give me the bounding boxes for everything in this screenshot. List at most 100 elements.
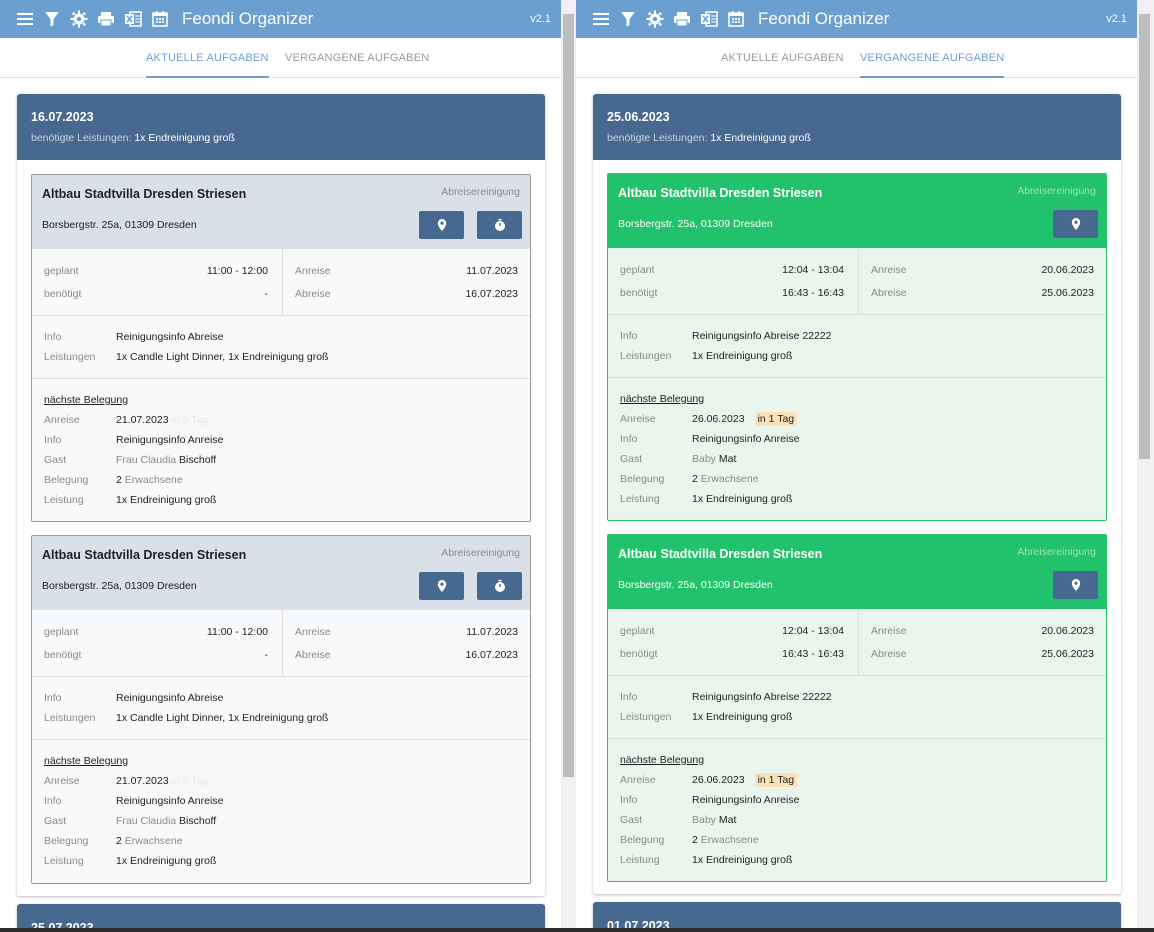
- right-pane: Feondi Organizer v2.1 AKTUELLE AUFGABEN …: [576, 0, 1154, 932]
- next-arrival-date: 26.06.2023: [692, 774, 745, 786]
- departure-label: Abreise: [295, 288, 331, 300]
- next-booking-title[interactable]: nächste Belegung: [44, 755, 128, 767]
- needs-label: benötigte Leistungen:: [607, 132, 708, 144]
- arrival-date: 20.06.2023: [1041, 625, 1094, 637]
- stopwatch-icon: [494, 218, 505, 231]
- menu-icon[interactable]: [16, 10, 34, 28]
- needed-label: benötigt: [44, 649, 82, 661]
- next-booking-title[interactable]: nächste Belegung: [620, 393, 704, 405]
- info-section: Info Reinigungsinfo Abreise Leistungen 1…: [32, 316, 530, 379]
- next-booking-title[interactable]: nächste Belegung: [44, 394, 128, 406]
- departure-date: 16.07.2023: [465, 649, 518, 661]
- day-header: 16.07.2023 benötigte Leistungen: 1x Endr…: [17, 94, 545, 160]
- next-arrival-date: 26.06.2023: [692, 413, 745, 425]
- filter-icon[interactable]: [43, 10, 61, 28]
- info-value: Reinigungsinfo Abreise 22222: [692, 330, 832, 342]
- calendar-icon[interactable]: [151, 10, 169, 28]
- guest-last-name: Bischoff: [179, 454, 217, 466]
- day-group: 16.07.2023 benötigte Leistungen: 1x Endr…: [17, 94, 545, 896]
- guest-first-name: Frau Claudia: [116, 454, 177, 466]
- card-header: Altbau Stadtvilla Dresden Striesen Abrei…: [32, 175, 530, 249]
- task-card[interactable]: Altbau Stadtvilla Dresden Striesen Abrei…: [31, 174, 531, 522]
- tab-active-indicator: [860, 76, 1005, 78]
- occupancy-label: Belegung: [44, 835, 89, 847]
- next-info-value: Reinigungsinfo Anreise: [116, 795, 224, 807]
- needed-time: -: [264, 288, 269, 300]
- time-section: geplant 12:04 - 13:04 benötigt 16:43 - 1…: [608, 248, 1106, 315]
- next-arrival-label: Anreise: [44, 775, 80, 787]
- tab-current-tasks[interactable]: AKTUELLE AUFGABEN: [721, 52, 844, 64]
- property-address: Borsbergstr. 25a, 01309 Dresden: [618, 218, 773, 230]
- occupancy-count: 2: [116, 474, 122, 486]
- calendar-icon[interactable]: [727, 10, 745, 28]
- guest-first-name: Baby: [692, 453, 716, 465]
- app-title: Feondi Organizer: [182, 9, 314, 28]
- service-label: Leistung: [620, 854, 660, 866]
- next-info-label: Info: [620, 794, 638, 806]
- guest-last-name: Bischoff: [179, 815, 217, 827]
- info-label: Info: [44, 692, 62, 704]
- timer-button[interactable]: [477, 211, 522, 239]
- excel-export-icon[interactable]: [700, 10, 718, 28]
- day-header: 25.06.2023 benötigte Leistungen: 1x Endr…: [593, 94, 1121, 160]
- print-icon[interactable]: [673, 10, 691, 28]
- departure-label: Abreise: [871, 287, 907, 299]
- print-icon[interactable]: [97, 10, 115, 28]
- cleaning-type: Abreisereinigung: [441, 186, 520, 198]
- map-location-button[interactable]: [1053, 571, 1098, 599]
- gear-icon[interactable]: [646, 10, 664, 28]
- services-value: 1x Candle Light Dinner, 1x Endreinigung …: [116, 712, 329, 724]
- app-bar: Feondi Organizer v2.1: [0, 0, 561, 38]
- scrollbar-thumb[interactable]: [563, 14, 574, 777]
- info-label: Info: [620, 330, 638, 342]
- tab-current-tasks[interactable]: AKTUELLE AUFGABEN: [146, 52, 269, 78]
- service-label: Leistung: [44, 855, 84, 867]
- day-date: 25.06.2023: [607, 110, 670, 124]
- app-title: Feondi Organizer: [758, 9, 890, 28]
- left-pane: Feondi Organizer v2.1 AKTUELLE AUFGABEN …: [0, 0, 576, 932]
- time-section: geplant 12:04 - 13:04 benötigt 16:43 - 1…: [608, 609, 1106, 676]
- planned-time: 11:00 - 12:00: [206, 626, 268, 638]
- next-info-value: Reinigungsinfo Anreise: [692, 433, 800, 445]
- cleaning-type: Abreisereinigung: [1017, 185, 1096, 197]
- task-card-completed[interactable]: Altbau Stadtvilla Dresden Striesen Abrei…: [607, 534, 1107, 882]
- scrollbar[interactable]: [561, 0, 576, 932]
- next-arrival-badge: in 5 Tag: [171, 414, 209, 426]
- card-header: Altbau Stadtvilla Dresden Striesen Abrei…: [608, 535, 1106, 609]
- needed-label: benötigt: [620, 648, 658, 660]
- map-location-button[interactable]: [1053, 210, 1098, 238]
- scrollbar-thumb[interactable]: [1139, 14, 1150, 459]
- map-location-button[interactable]: [419, 211, 464, 239]
- departure-date: 16.07.2023: [465, 288, 518, 300]
- scrollbar[interactable]: [1137, 0, 1154, 932]
- planned-label: geplant: [620, 625, 655, 637]
- next-arrival-value: 26.06.2023 in 1 Tag: [692, 412, 798, 426]
- property-address: Borsbergstr. 25a, 01309 Dresden: [42, 580, 197, 592]
- filter-icon[interactable]: [619, 10, 637, 28]
- tab-past-tasks[interactable]: VERGANGENE AUFGABEN: [285, 52, 429, 64]
- day-date: 16.07.2023: [31, 110, 94, 124]
- app-bar: Feondi Organizer v2.1: [576, 0, 1137, 38]
- task-card[interactable]: Altbau Stadtvilla Dresden Striesen Abrei…: [31, 535, 531, 884]
- needed-label: benötigt: [44, 288, 82, 300]
- services-label: Leistungen: [44, 712, 96, 724]
- info-label: Info: [44, 331, 62, 343]
- map-location-button[interactable]: [419, 572, 464, 600]
- tab-past-tasks[interactable]: VERGANGENE AUFGABEN: [860, 52, 1005, 78]
- column-divider: [858, 609, 859, 675]
- column-divider: [282, 610, 283, 676]
- occupancy-type: Erwachsene: [124, 474, 183, 486]
- next-booking-title[interactable]: nächste Belegung: [620, 754, 704, 766]
- arrival-date: 20.06.2023: [1041, 264, 1094, 276]
- gear-icon[interactable]: [70, 10, 88, 28]
- departure-label: Abreise: [871, 648, 907, 660]
- timer-button[interactable]: [477, 572, 522, 600]
- excel-export-icon[interactable]: [124, 10, 142, 28]
- service-label: Leistung: [620, 493, 660, 505]
- task-card-completed[interactable]: Altbau Stadtvilla Dresden Striesen Abrei…: [607, 173, 1107, 521]
- next-arrival-value: 21.07.2023 in 5 Tag: [116, 414, 208, 426]
- menu-icon[interactable]: [592, 10, 610, 28]
- app-version: v2.1: [530, 13, 551, 25]
- next-info-label: Info: [44, 434, 62, 446]
- occupancy-count: 2: [116, 835, 122, 847]
